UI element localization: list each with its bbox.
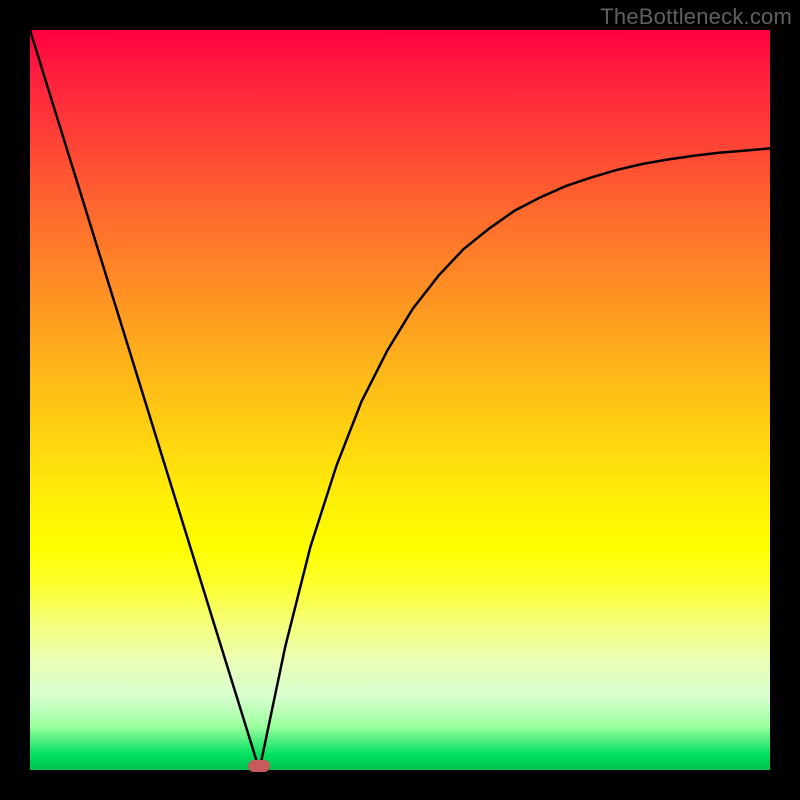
- bottleneck-curve: [30, 30, 770, 770]
- curve-right-branch: [259, 148, 770, 770]
- chart-frame: TheBottleneck.com: [0, 0, 800, 800]
- plot-area: [30, 30, 770, 770]
- curve-left-branch: [30, 30, 259, 770]
- optimal-point-marker: [248, 760, 270, 772]
- watermark-text: TheBottleneck.com: [600, 4, 792, 30]
